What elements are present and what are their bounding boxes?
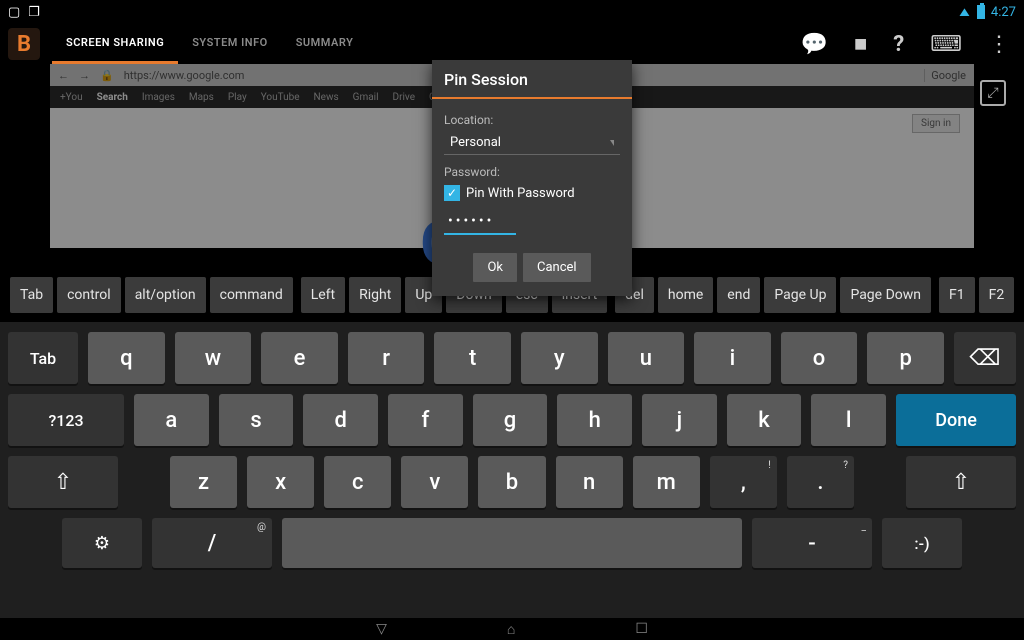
fnkey-end[interactable]: end [717,277,760,313]
location-value: Personal [450,135,501,150]
key-v[interactable]: v [401,456,468,508]
key-y[interactable]: y [521,332,598,384]
help-icon[interactable]: ? [893,32,904,57]
device-icon: ❐ [28,5,40,20]
key-shift-left[interactable]: ⇧ [8,456,118,508]
key-q[interactable]: q [88,332,165,384]
key-c[interactable]: c [324,456,391,508]
screenshot-icon: ▢ [8,5,20,20]
app-logo[interactable]: B [8,28,40,60]
gnav-images: Images [142,92,175,103]
gnav-news: News [314,92,339,103]
status-time: 4:27 [991,5,1016,20]
fullscreen-icon[interactable]: ⤢ [980,80,1006,106]
gnav-drive: Drive [393,92,415,103]
key-t[interactable]: t [434,332,511,384]
key-tab[interactable]: Tab [8,332,78,384]
key-o[interactable]: o [781,332,858,384]
checkbox-label: Pin With Password [466,186,575,201]
pin-session-dialog: Pin Session Location: Personal Password:… [432,60,632,296]
signin-button: Sign in [912,114,960,133]
key-s[interactable]: s [219,394,294,446]
key-n[interactable]: n [556,456,623,508]
key-smiley[interactable]: :-) [882,518,962,568]
fnkey-command[interactable]: command [210,277,293,313]
nav-recents-icon[interactable]: ☐ [635,621,648,637]
battery-icon [977,5,985,19]
key-f[interactable]: f [388,394,463,446]
key-p[interactable]: p [867,332,944,384]
fnkey-right[interactable]: Right [349,277,401,313]
key-dash[interactable]: _- [752,518,872,568]
key-k[interactable]: k [727,394,802,446]
fnkey-home[interactable]: home [658,277,713,313]
key-j[interactable]: j [642,394,717,446]
key-backspace[interactable]: ⌫ [954,332,1016,384]
ok-button[interactable]: Ok [473,253,517,282]
key-u[interactable]: u [608,332,685,384]
pin-with-password-checkbox[interactable]: ✓ [444,185,460,201]
app-tabs: SCREEN SHARING SYSTEM INFO SUMMARY [52,24,367,64]
chat-icon[interactable]: 💬 [801,32,828,57]
dialog-title: Pin Session [432,60,632,97]
tab-summary[interactable]: SUMMARY [282,24,368,64]
fnkey-tab[interactable]: Tab [10,277,53,313]
key-shift-right[interactable]: ⇧ [906,456,1016,508]
key-z[interactable]: z [170,456,237,508]
fnkey-page-up[interactable]: Page Up [764,277,836,313]
key-period[interactable]: ?. [787,456,854,508]
search-engine-label: Google [924,69,966,82]
key-w[interactable]: w [175,332,252,384]
key-done[interactable]: Done [896,394,1016,446]
overflow-menu-icon[interactable]: ⋮ [988,32,1010,57]
password-input[interactable] [444,209,516,235]
fnkey-control[interactable]: control [57,277,121,313]
fnkey-left[interactable]: Left [301,277,345,313]
gnav-gmail: Gmail [353,92,379,103]
gnav-search: Search [97,92,128,103]
location-label: Location: [444,113,620,127]
location-spinner[interactable]: Personal [444,131,620,155]
fnkey-page-down[interactable]: Page Down [840,277,931,313]
fnkey-alt-option[interactable]: alt/option [125,277,206,313]
nav-forward-icon: → [79,69,90,82]
fnkey-f1[interactable]: F1 [939,277,975,313]
gnav-you: +You [60,92,83,103]
key-e[interactable]: e [261,332,338,384]
key-space[interactable] [282,518,742,568]
tab-screen-sharing[interactable]: SCREEN SHARING [52,24,178,64]
nav-back-icon[interactable]: ▽ [376,621,387,637]
password-label: Password: [444,165,620,179]
key-settings[interactable]: ⚙ [62,518,142,568]
key-x[interactable]: x [247,456,314,508]
tab-system-info[interactable]: SYSTEM INFO [178,24,282,64]
cancel-button[interactable]: Cancel [523,253,591,282]
key-l[interactable]: l [811,394,886,446]
key-g[interactable]: g [473,394,548,446]
key-comma[interactable]: !, [710,456,777,508]
key-r[interactable]: r [348,332,425,384]
key-slash[interactable]: @/ [152,518,272,568]
key-i[interactable]: i [694,332,771,384]
key-symbols[interactable]: ?123 [8,394,124,446]
key-a[interactable]: a [134,394,209,446]
app-header: B SCREEN SHARING SYSTEM INFO SUMMARY 💬 ■… [0,24,1024,64]
key-m[interactable]: m [633,456,700,508]
stop-icon[interactable]: ■ [854,31,867,57]
wifi-icon [958,4,971,20]
gnav-play: Play [228,92,247,103]
key-d[interactable]: d [303,394,378,446]
soft-keyboard: Tab q w e r t y u i o p ⌫ ?123 a s d f g… [0,322,1024,618]
lock-icon: 🔒 [100,69,114,82]
android-status-bar: ▢ ❐ 4:27 [0,0,1024,24]
nav-home-icon[interactable]: ⌂ [507,621,515,638]
fnkey-f2[interactable]: F2 [979,277,1015,313]
android-nav-bar: ▽ ⌂ ☐ [0,618,1024,640]
keyboard-icon[interactable]: ⌨ [930,32,962,57]
key-b[interactable]: b [478,456,545,508]
key-h[interactable]: h [557,394,632,446]
gnav-maps: Maps [189,92,214,103]
gnav-youtube: YouTube [261,92,300,103]
nav-back-icon: ← [58,69,69,82]
